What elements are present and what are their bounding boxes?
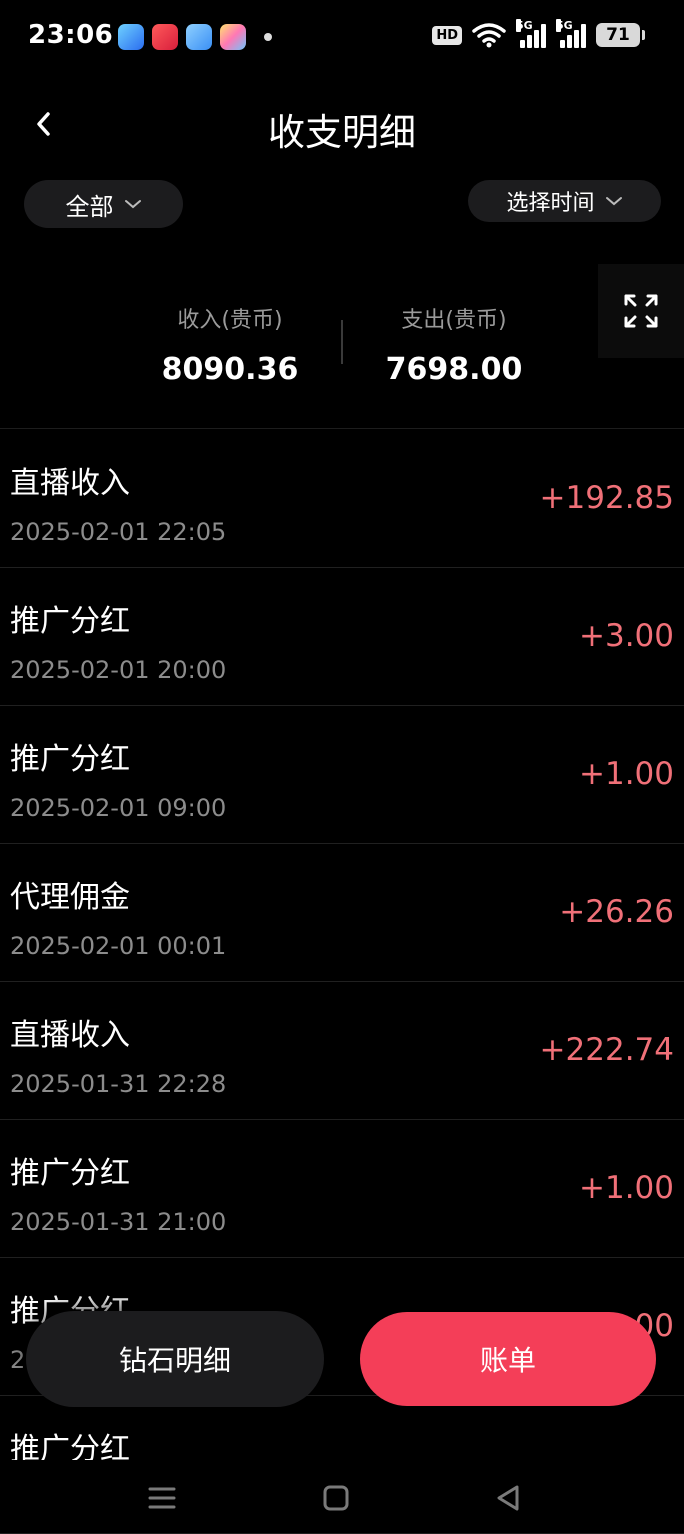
back-nav-button[interactable] [488,1478,528,1518]
signal-icon: 5G [556,19,586,48]
battery-icon: 71 [596,23,645,47]
status-bar: 23:06 HD 5G 5G 71 [0,0,684,78]
recent-apps-button[interactable] [142,1478,182,1518]
transaction-row[interactable]: 推广分红 2025-02-01 09:00 +1.00 [0,706,684,844]
more-notifications-dot [264,33,272,41]
transaction-title: 代理佣金 [10,880,130,915]
transaction-row[interactable]: 直播收入 2025-01-31 22:28 +222.74 [0,982,684,1120]
system-navigation-bar [0,1460,684,1532]
transaction-title: 直播收入 [10,466,130,501]
wifi-icon [472,23,506,48]
header: 收支明细 [0,90,684,166]
expand-icon [624,294,658,328]
transaction-amount: +26.26 [559,894,674,930]
expense-value: 7698.00 [385,352,523,387]
income-value: 8090.36 [161,352,299,387]
transaction-row[interactable]: 直播收入 2025-02-01 22:05 +192.85 [0,430,684,568]
transaction-amount: +222.74 [539,1032,674,1068]
transaction-row[interactable]: 推广分红 2025-01-31 21:00 +1.00 [0,1120,684,1258]
category-filter-dropdown[interactable]: 全部 [24,180,183,228]
transaction-amount: +192.85 [539,480,674,516]
square-icon [323,1485,349,1511]
page-title: 收支明细 [268,111,416,154]
chevron-down-icon [124,200,141,209]
transaction-row[interactable]: 推广分红 2025-02-01 20:00 +3.00 [0,568,684,706]
menu-icon [148,1487,176,1509]
notification-icons [118,24,272,50]
status-indicators: HD 5G 5G 71 [432,19,645,48]
app-notification-icon [118,24,144,50]
transaction-time: 2025-02-01 20:00 [10,656,227,684]
transaction-time: 2025-02-01 09:00 [10,794,227,822]
hd-icon: HD [432,25,462,45]
home-button[interactable] [316,1478,356,1518]
diamond-detail-button[interactable]: 钻石明细 [26,1311,324,1407]
transaction-title: 推广分红 [10,742,130,777]
triangle-back-icon [497,1485,519,1511]
transaction-time: 2025-02-01 22:05 [10,518,227,546]
transaction-time: 2025-01-31 22:28 [10,1070,227,1098]
weather-notification-icon [186,24,212,50]
chevron-down-icon [605,197,622,206]
transaction-amount: +1.00 [579,756,674,792]
transaction-title: 推广分红 [10,1156,130,1191]
time-filter-dropdown[interactable]: 选择时间 [468,180,661,222]
transaction-amount: +1.00 [579,1170,674,1206]
summary-separator [0,428,684,429]
expense-label: 支出(贵币) [401,308,507,333]
expand-button[interactable] [598,264,684,358]
income-label: 收入(贵币) [177,308,283,333]
transaction-time: 2025-01-31 21:00 [10,1208,227,1236]
bill-button[interactable]: 账单 [360,1312,656,1406]
transaction-title: 直播收入 [10,1018,130,1053]
app-notification-icon [152,24,178,50]
transaction-row[interactable]: 代理佣金 2025-02-01 00:01 +26.26 [0,844,684,982]
transaction-amount: +3.00 [579,618,674,654]
summary-divider [341,320,343,364]
transaction-time: 2025-02-01 00:01 [10,932,227,960]
app-notification-icon [220,24,246,50]
transaction-title: 推广分红 [10,604,130,639]
category-filter-label: 全部 [65,192,114,221]
status-time: 23:06 [28,20,114,50]
time-filter-label: 选择时间 [506,191,595,216]
signal-icon: 5G [516,19,546,48]
